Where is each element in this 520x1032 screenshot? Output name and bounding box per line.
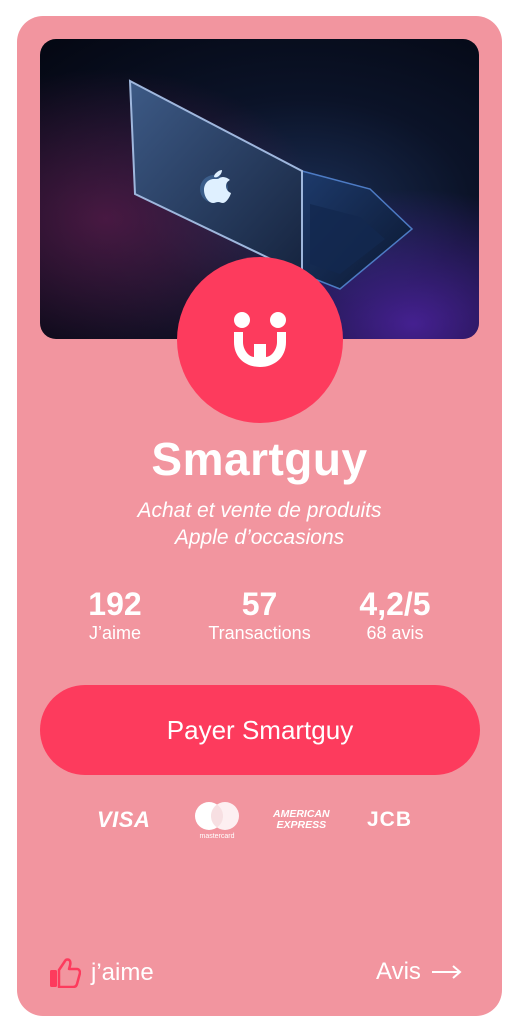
mastercard-icon: mastercard [195,802,239,840]
stat-likes-label: J’aime [88,623,141,643]
profile-card: Smartguy Achat et vente de produits Appl… [17,16,502,1016]
stat-transactions: 57 Transactions [187,586,332,644]
brand-avatar [177,257,343,423]
stat-likes-value: 192 [88,586,142,622]
reviews-link[interactable]: Avis [376,958,463,986]
stat-transactions-value: 57 [241,586,278,622]
profile-name: Smartguy [151,433,368,485]
payment-methods: VISA mastercard AMERICAN EXPRESS JCB [17,800,502,840]
amex-line-2: EXPRESS [276,819,327,831]
reviews-label: Avis [376,958,421,985]
arrow-right-icon [431,965,462,979]
stat-rating-label: 68 avis [366,623,424,643]
tagline-line-2: Apple d’occasions [174,526,345,549]
like-button[interactable]: j’aime [49,958,154,988]
profile-tagline: Achat et vente de produits Apple d’occas… [17,497,502,551]
stat-likes: 192 J’aime [59,586,171,644]
stat-rating-value: 4,2/5 [359,586,431,622]
amex-logo: AMERICAN EXPRESS [273,809,330,831]
mastercard-logo: mastercard [191,800,243,840]
tagline-line-1: Achat et vente de produits [137,499,382,522]
smiley-logo-icon [234,312,286,367]
visa-logo: VISA [97,807,151,832]
mastercard-text: mastercard [199,833,234,840]
stat-rating: 4,2/5 68 avis [339,586,451,644]
thumbs-up-icon [50,958,81,988]
stat-transactions-label: Transactions [208,623,311,643]
pay-button[interactable]: Payer Smartguy [40,685,480,775]
jcb-logo: JCB [367,808,413,831]
like-label: j’aime [91,959,154,986]
